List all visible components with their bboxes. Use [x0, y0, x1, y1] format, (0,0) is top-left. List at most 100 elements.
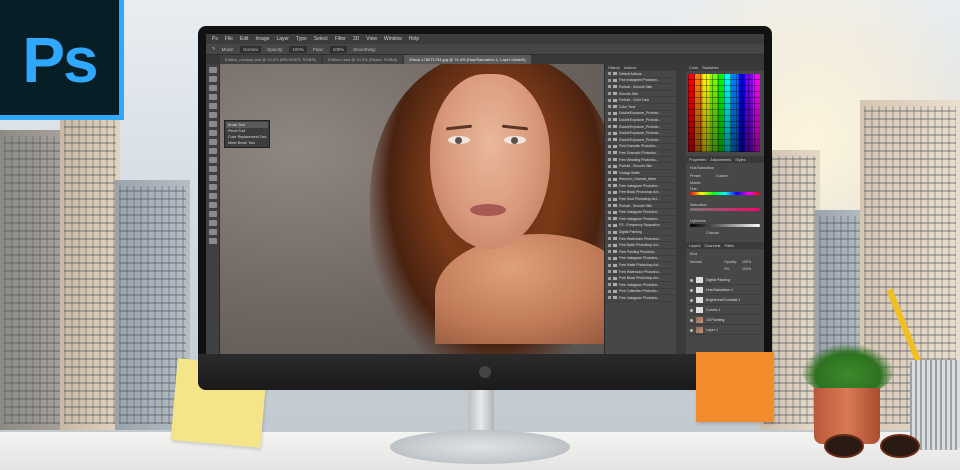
visibility-eye-icon[interactable] — [690, 318, 693, 322]
check-icon[interactable] — [608, 144, 611, 148]
visibility-eye-icon[interactable] — [690, 278, 693, 282]
layer-row[interactable]: Digital Painting — [688, 276, 762, 285]
brush-tool-icon[interactable]: ✎ — [212, 46, 216, 52]
action-row[interactable]: Vintage Matte — [605, 170, 676, 177]
action-row[interactable]: Retouch_Channel_Mixer — [605, 177, 676, 184]
check-icon[interactable] — [608, 105, 611, 109]
action-row[interactable]: Default Actions — [605, 71, 676, 78]
colorize-checkbox[interactable]: Colorize — [706, 231, 719, 235]
eyedropper-tool-icon[interactable] — [208, 112, 217, 118]
type-tool-icon[interactable] — [208, 202, 217, 208]
menu-item-select[interactable]: Select — [314, 36, 328, 42]
check-icon[interactable] — [608, 78, 611, 82]
check-icon[interactable] — [608, 237, 611, 241]
check-icon[interactable] — [608, 72, 611, 76]
check-icon[interactable] — [608, 263, 611, 267]
tab-styles[interactable]: Styles — [735, 158, 745, 162]
path-select-tool-icon[interactable] — [208, 211, 217, 217]
check-icon[interactable] — [608, 190, 611, 194]
tab-paths[interactable]: Paths — [724, 244, 734, 248]
zoom-tool-icon[interactable] — [208, 238, 217, 244]
blend-mode-select[interactable]: Normal — [690, 260, 702, 264]
saturation-slider[interactable] — [690, 208, 760, 211]
check-icon[interactable] — [608, 98, 611, 102]
stamp-tool-icon[interactable] — [208, 139, 217, 145]
check-icon[interactable] — [608, 118, 611, 122]
hue-slider[interactable] — [690, 192, 760, 195]
tab-adjustments[interactable]: Adjustments — [710, 158, 731, 162]
tab-swatches[interactable]: Swatches — [702, 66, 718, 70]
action-row[interactable]: Free Dramatic Photosho... — [605, 150, 676, 157]
check-icon[interactable] — [608, 111, 611, 115]
action-row[interactable]: Portrait - Smooth Skin — [605, 163, 676, 170]
quick-select-tool-icon[interactable] — [208, 94, 217, 100]
check-icon[interactable] — [608, 223, 611, 227]
flow-field[interactable]: 100% — [329, 45, 348, 53]
action-row[interactable]: Free Instagram Photosho... — [605, 183, 676, 190]
action-row[interactable]: Free Watercolor Photosho... — [605, 269, 676, 276]
check-icon[interactable] — [608, 158, 611, 162]
lasso-tool-icon[interactable] — [208, 85, 217, 91]
action-row[interactable]: Free Dust Photoshop Act... — [605, 196, 676, 203]
tab-layers[interactable]: Layers — [689, 244, 700, 248]
hand-tool-icon[interactable] — [208, 229, 217, 235]
menu-item[interactable]: Ps — [212, 36, 218, 42]
tab-history[interactable]: History — [608, 66, 620, 70]
check-icon[interactable] — [608, 204, 611, 208]
check-icon[interactable] — [608, 177, 611, 181]
action-row[interactable]: Smooth Skin — [605, 91, 676, 98]
blur-tool-icon[interactable] — [208, 175, 217, 181]
action-row[interactable]: Free Black Photoshop Act... — [605, 275, 676, 282]
layer-fill-field[interactable]: 100% — [742, 267, 751, 271]
action-row[interactable]: DoubleExposure_Photosh... — [605, 111, 676, 118]
preset-select[interactable]: Custom — [716, 174, 728, 178]
layer-row[interactable]: Brightness/Contrast 1 — [688, 296, 762, 305]
document-tab-active[interactable]: iStock-178071794.jpg @ 74.4% (Hue/Satura… — [404, 55, 531, 64]
menu-item-edit[interactable]: Edit — [240, 36, 249, 42]
visibility-eye-icon[interactable] — [690, 298, 693, 302]
check-icon[interactable] — [608, 250, 611, 254]
pen-tool-icon[interactable] — [208, 193, 217, 199]
check-icon[interactable] — [608, 276, 611, 280]
layer-kind-filter[interactable]: Kind — [690, 252, 697, 256]
menu-item-layer[interactable]: Layer — [276, 36, 289, 42]
check-icon[interactable] — [608, 171, 611, 175]
healing-tool-icon[interactable] — [208, 121, 217, 127]
mode-select[interactable]: Normal — [240, 45, 261, 53]
action-row[interactable]: DoubleExposure_Photosh... — [605, 137, 676, 144]
check-icon[interactable] — [608, 151, 611, 155]
check-icon[interactable] — [608, 230, 611, 234]
visibility-eye-icon[interactable] — [690, 328, 693, 332]
check-icon[interactable] — [608, 256, 611, 260]
menu-item-image[interactable]: Image — [256, 36, 270, 42]
lightness-slider[interactable] — [690, 224, 760, 227]
check-icon[interactable] — [608, 243, 611, 247]
tab-channels[interactable]: Channels — [704, 244, 720, 248]
document-tab[interactable]: Edition_mockup.psd @ 14.6% (BRUSHES, RGB… — [220, 55, 321, 64]
layer-row[interactable]: Layer 1 — [688, 326, 762, 335]
menu-item-3d[interactable]: 3D — [353, 36, 359, 42]
tab-properties[interactable]: Properties — [689, 158, 706, 162]
check-icon[interactable] — [608, 125, 611, 129]
menu-item-help[interactable]: Help — [409, 36, 419, 42]
action-row[interactable]: Free Matte Photoshop Act... — [605, 262, 676, 269]
check-icon[interactable] — [608, 289, 611, 293]
action-row[interactable]: Free Instagram Photosho... — [605, 256, 676, 263]
history-brush-tool-icon[interactable] — [208, 148, 217, 154]
shape-tool-icon[interactable] — [208, 220, 217, 226]
layer-row[interactable]: Hue/Saturation 1 — [688, 286, 762, 295]
action-row[interactable]: Fine Matte Photoshop Act... — [605, 242, 676, 250]
menu-item-type[interactable]: Type — [296, 36, 307, 42]
check-icon[interactable] — [608, 138, 611, 142]
action-row[interactable]: Free Wedding Photosho... — [605, 157, 676, 164]
check-icon[interactable] — [608, 184, 611, 188]
action-row[interactable]: Portrait - Smooth Skin — [605, 203, 676, 210]
eraser-tool-icon[interactable] — [208, 157, 217, 163]
action-row[interactable]: Free Instagram Photosho... — [605, 295, 676, 302]
action-row[interactable]: Free Painting Photosho... — [605, 249, 676, 256]
check-icon[interactable] — [608, 217, 611, 221]
crop-tool-icon[interactable] — [208, 103, 217, 109]
swatches-grid[interactable] — [688, 74, 760, 152]
marquee-tool-icon[interactable] — [208, 76, 217, 82]
channel-select[interactable]: Master — [690, 181, 701, 185]
